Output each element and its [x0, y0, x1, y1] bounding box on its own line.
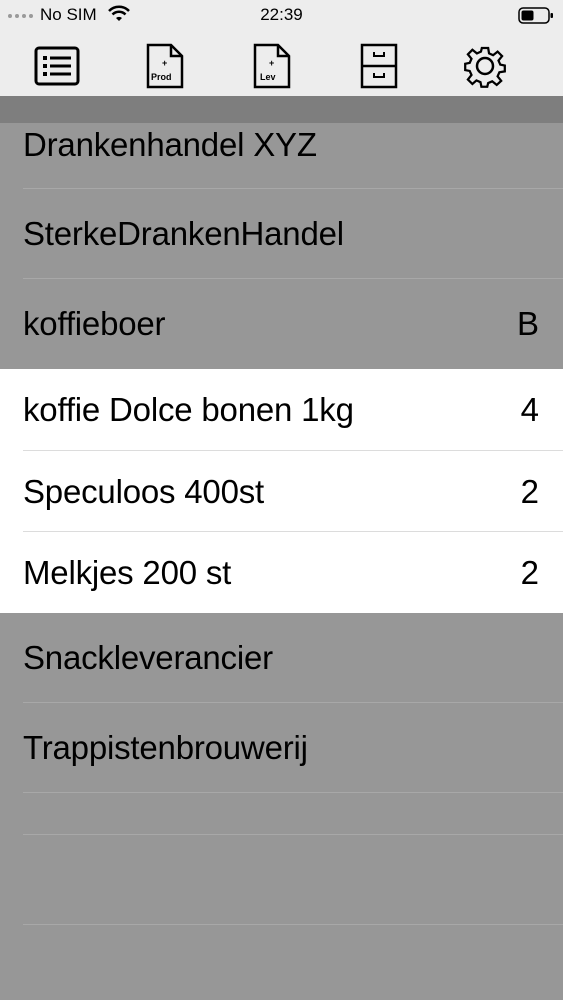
product-name: Speculoos 400st: [23, 472, 265, 510]
supplier-products-list: koffie Dolce bonen 1kg 4 Speculoos 400st…: [0, 369, 563, 613]
plus-sign: +: [162, 58, 168, 68]
product-row[interactable]: koffie Dolce bonen 1kg 4: [0, 369, 563, 450]
supplier-row[interactable]: Snackleverancier: [0, 613, 563, 703]
product-name: koffie Dolce bonen 1kg: [23, 390, 354, 428]
row-divider: [23, 792, 563, 793]
supplier-name: koffieboer: [23, 305, 166, 342]
gear-icon: [464, 46, 506, 88]
supplier-value: B: [516, 305, 539, 342]
supplier-row[interactable]: SterkeDrankenHandel: [0, 189, 563, 279]
lev-label: Lev: [260, 72, 276, 82]
product-quantity: 2: [520, 553, 539, 591]
list-icon: [34, 46, 80, 86]
settings-button[interactable]: [459, 40, 511, 92]
product-row[interactable]: Speculoos 400st 2: [0, 451, 563, 532]
prod-label: Prod: [151, 72, 172, 82]
list-button[interactable]: [31, 40, 83, 92]
supplier-name: Trappistenbrouwerij: [23, 729, 308, 766]
row-divider: [23, 834, 563, 835]
clock: 22:39: [260, 5, 303, 24]
supplier-name: SterkeDrankenHandel: [23, 215, 344, 252]
product-quantity: 2: [520, 472, 539, 510]
supplier-row[interactable]: Drankenhandel XYZ: [0, 100, 563, 190]
supplier-row-koffieboer[interactable]: koffieboer B: [0, 279, 563, 369]
supplier-row[interactable]: Trappistenbrouwerij: [0, 703, 563, 793]
battery-icon: [518, 7, 553, 24]
status-bar: No SIM 22:39: [0, 0, 563, 30]
product-name: Melkjes 200 st: [23, 553, 232, 591]
toolbar: + Prod + Lev: [0, 36, 563, 92]
supplier-name: Snackleverancier: [23, 639, 273, 676]
product-row[interactable]: Melkjes 200 st 2: [0, 532, 563, 613]
archive-cabinet-icon: [360, 43, 398, 89]
add-product-button[interactable]: + Prod: [139, 40, 191, 92]
supplier-name: Drankenhandel XYZ: [23, 126, 317, 163]
row-divider: [23, 924, 563, 925]
archive-button[interactable]: [353, 40, 405, 92]
product-quantity: 4: [520, 390, 539, 428]
top-bar: No SIM 22:39 + Prod + Lev: [0, 0, 563, 96]
add-supplier-button[interactable]: + Lev: [246, 40, 298, 92]
plus-sign: +: [269, 58, 275, 68]
